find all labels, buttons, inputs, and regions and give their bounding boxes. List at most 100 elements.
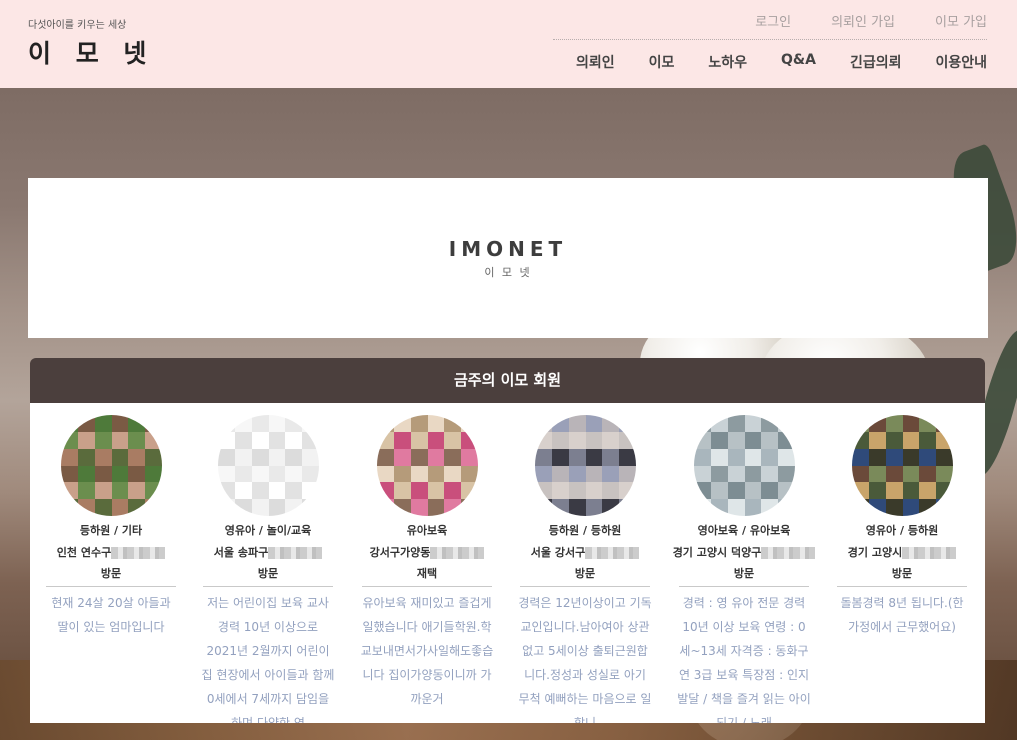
avatar-pixel	[444, 465, 462, 483]
avatar-pixel	[145, 499, 162, 516]
avatar-pixel	[568, 499, 586, 516]
client-signup-link[interactable]: 의뢰인 가입	[831, 11, 895, 30]
login-link[interactable]: 로그인	[755, 11, 791, 30]
nav-item-guide[interactable]: 이용안내	[935, 52, 987, 72]
nav-item-urgent[interactable]: 긴급의뢰	[850, 52, 902, 72]
avatar-pixel	[410, 415, 428, 432]
avatar-pixel	[128, 415, 146, 432]
avatar-pixel	[251, 482, 269, 500]
avatar-pixel	[602, 499, 620, 516]
avatar-pixel	[427, 465, 445, 483]
nav-item-knowhow[interactable]: 노하우	[708, 52, 747, 72]
avatar-pixel	[551, 465, 569, 483]
avatar-pixel	[885, 499, 903, 516]
avatar-pixel	[919, 431, 937, 449]
avatar-pixel	[936, 499, 953, 516]
avatar-pixel	[111, 499, 129, 516]
avatar-pixel	[427, 448, 445, 466]
member-card[interactable]: 등하원 / 등하원 서울 강서구 방문 경력은 12년이상이고 기독교인입니다.…	[512, 403, 658, 723]
avatar-pixel	[377, 499, 394, 516]
member-avatar[interactable]	[218, 415, 319, 516]
avatar-pixel	[461, 415, 478, 432]
avatar-pixel	[744, 448, 762, 466]
member-card[interactable]: 영유아 / 등하원 경기 고양시 방문 돌봄경력 8년 됩니다.(한가정에서 근…	[829, 403, 975, 723]
member-card[interactable]: 등하원 / 기타 인천 연수구 방문 현재 24살 20살 아들과 딸이 있는 …	[38, 403, 184, 723]
member-divider	[203, 586, 333, 587]
nav-item-qna[interactable]: Q&A	[781, 52, 816, 72]
avatar-pixel	[551, 431, 569, 449]
avatar-pixel	[761, 431, 779, 449]
avatar-pixel	[761, 499, 779, 516]
avatar-pixel	[778, 431, 795, 449]
avatar-pixel	[710, 482, 728, 500]
member-card[interactable]: 영유아 / 놀이/교육 서울 송파구 방문 저는 어린이집 보육 교사 경력 1…	[195, 403, 341, 723]
avatar-pixel	[393, 482, 411, 500]
avatar-pixel	[727, 448, 745, 466]
member-avatar[interactable]	[377, 415, 478, 516]
avatar-pixel	[535, 415, 552, 432]
avatar-pixel	[902, 465, 920, 483]
avatar-pixel	[619, 415, 636, 432]
member-description[interactable]: 저는 어린이집 보육 교사 경력 10년 이상으로 2021년 2월까지 어린이…	[201, 591, 335, 723]
avatar-pixel	[902, 431, 920, 449]
member-card[interactable]: 유아보육 강서구가양동 재택 유아보육 재미있고 즐겁게 일했습니다 애기들학원…	[354, 403, 500, 723]
avatar-pixel	[77, 448, 95, 466]
avatar-pixel	[902, 448, 920, 466]
member-location: 강서구가양동	[354, 544, 500, 560]
member-location: 서울 송파구	[195, 544, 341, 560]
avatar-pixel	[919, 415, 937, 432]
avatar-pixel	[919, 448, 937, 466]
avatar-pixel	[919, 465, 937, 483]
member-location: 인천 연수구	[38, 544, 184, 560]
member-care-type: 방문	[574, 567, 596, 580]
site-logo[interactable]: 이 모 넷	[28, 34, 154, 70]
nav-item-client[interactable]: 의뢰인	[576, 52, 615, 72]
member-card[interactable]: 영아보육 / 유아보육 경기 고양시 덕양구 방문 경력 : 영 유아 전문 경…	[671, 403, 817, 723]
avatar-pixel	[694, 499, 711, 516]
member-avatar[interactable]	[694, 415, 795, 516]
main-nav: 의뢰인 이모 노하우 Q&A 긴급의뢰 이용안내	[576, 52, 987, 72]
member-avatar[interactable]	[61, 415, 162, 516]
avatar-pixel	[619, 482, 636, 500]
blurred-address	[268, 547, 323, 559]
avatar-pixel	[694, 465, 711, 483]
member-avatar[interactable]	[852, 415, 953, 516]
avatar-pixel	[602, 482, 620, 500]
avatar-pixel	[377, 415, 394, 432]
avatar-pixel	[585, 482, 603, 500]
avatar-pixel	[619, 448, 636, 466]
avatar-pixel	[936, 415, 953, 432]
avatar-pixel	[761, 465, 779, 483]
avatar-pixel	[568, 415, 586, 432]
member-avatar[interactable]	[535, 415, 636, 516]
member-description[interactable]: 돌봄경력 8년 됩니다.(한가정에서 근무했어요)	[835, 591, 969, 639]
avatar-pixel	[444, 448, 462, 466]
avatar-pixel	[302, 482, 319, 500]
avatar-pixel	[744, 465, 762, 483]
avatar-pixel	[461, 465, 478, 483]
avatar-pixel	[585, 465, 603, 483]
member-location: 경기 고양시 덕양구	[671, 544, 817, 560]
avatar-pixel	[885, 482, 903, 500]
member-description[interactable]: 유아보육 재미있고 즐겁게 일했습니다 애기들학원.학교보내면서가사일해도좋습니…	[360, 591, 494, 711]
member-description[interactable]: 현재 24살 20살 아들과 딸이 있는 엄마입니다	[44, 591, 178, 639]
avatar-pixel	[694, 415, 711, 432]
avatar-pixel	[710, 448, 728, 466]
blurred-address	[430, 547, 485, 559]
member-description[interactable]: 경력 : 영 유아 전문 경력 10년 이상 보육 연령 : 0세~13세 자격…	[677, 591, 811, 723]
blurred-address	[902, 547, 957, 559]
avatar-pixel	[568, 465, 586, 483]
avatar-pixel	[761, 448, 779, 466]
avatar-pixel	[885, 465, 903, 483]
imo-signup-link[interactable]: 이모 가입	[935, 11, 987, 30]
avatar-pixel	[535, 465, 552, 483]
avatar-pixel	[919, 482, 937, 500]
avatar-pixel	[694, 482, 711, 500]
banner-subtitle: 이 모 넷	[484, 266, 532, 279]
member-description[interactable]: 경력은 12년이상이고 기독교인입니다.남아여아 상관없고 5세이상 출퇴근원합…	[518, 591, 652, 723]
nav-item-imo[interactable]: 이모	[649, 52, 675, 72]
avatar-pixel	[936, 482, 953, 500]
avatar-pixel	[410, 482, 428, 500]
avatar-pixel	[778, 482, 795, 500]
avatar-pixel	[145, 482, 162, 500]
